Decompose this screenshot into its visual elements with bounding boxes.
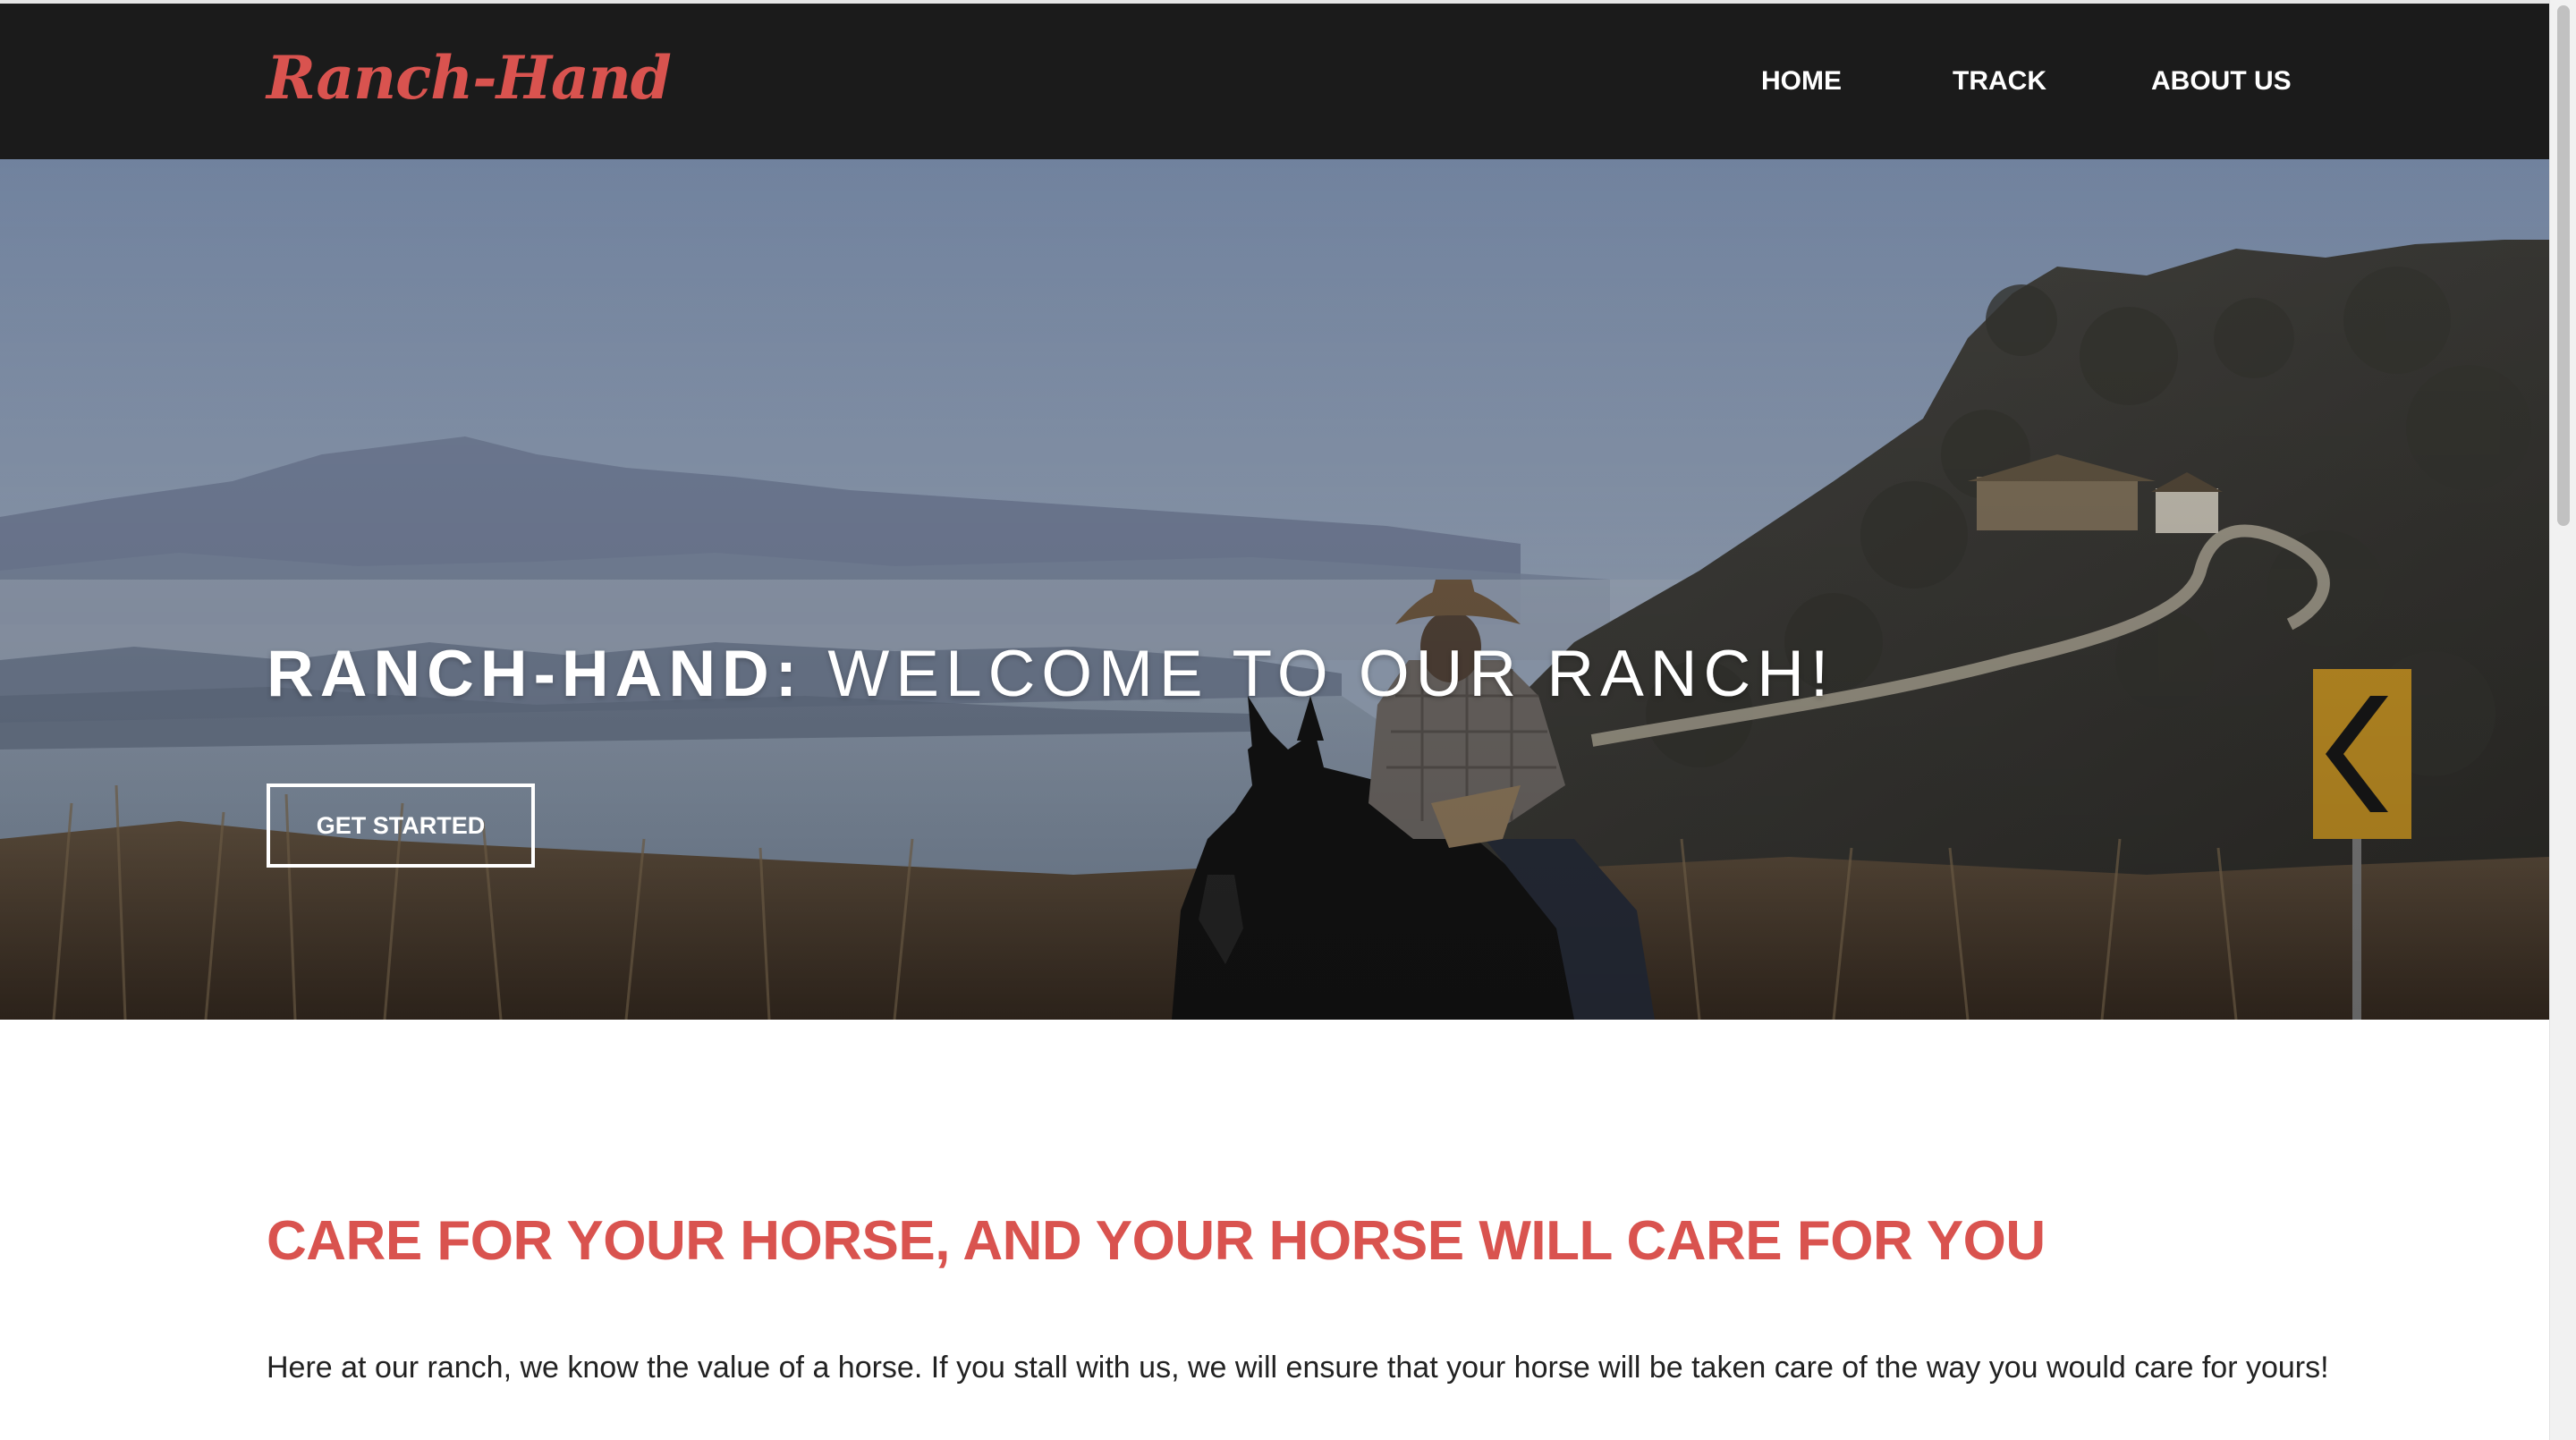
section-body-text: Here at our ranch, we know the value of …	[267, 1351, 2329, 1385]
hero-title: RANCH-HAND: WELCOME TO OUR RANCH!	[267, 637, 1835, 711]
vertical-scrollbar[interactable]	[2549, 0, 2576, 1440]
hero-section: RANCH-HAND: WELCOME TO OUR RANCH! GET ST…	[0, 159, 2549, 1020]
nav-link-home[interactable]: HOME	[1761, 66, 1842, 97]
scrollbar-thumb[interactable]	[2557, 5, 2570, 526]
brand-logo[interactable]: Ranch-Hand	[267, 43, 672, 113]
hero-title-strong: RANCH-HAND:	[267, 638, 804, 710]
section-heading: CARE FOR YOUR HORSE, AND YOUR HORSE WILL…	[267, 1210, 2046, 1272]
navbar: Ranch-Hand HOME TRACK ABOUT US	[0, 4, 2549, 159]
page: Ranch-Hand HOME TRACK ABOUT US RANCH-HAN…	[0, 0, 2576, 1440]
hero-title-light: WELCOME TO OUR RANCH!	[827, 638, 1835, 710]
get-started-button[interactable]: GET STARTED	[267, 784, 535, 868]
nav-link-about-us[interactable]: ABOUT US	[2151, 66, 2292, 97]
hero-background-image	[0, 159, 2549, 1020]
nav-link-track[interactable]: TRACK	[1953, 66, 2046, 97]
